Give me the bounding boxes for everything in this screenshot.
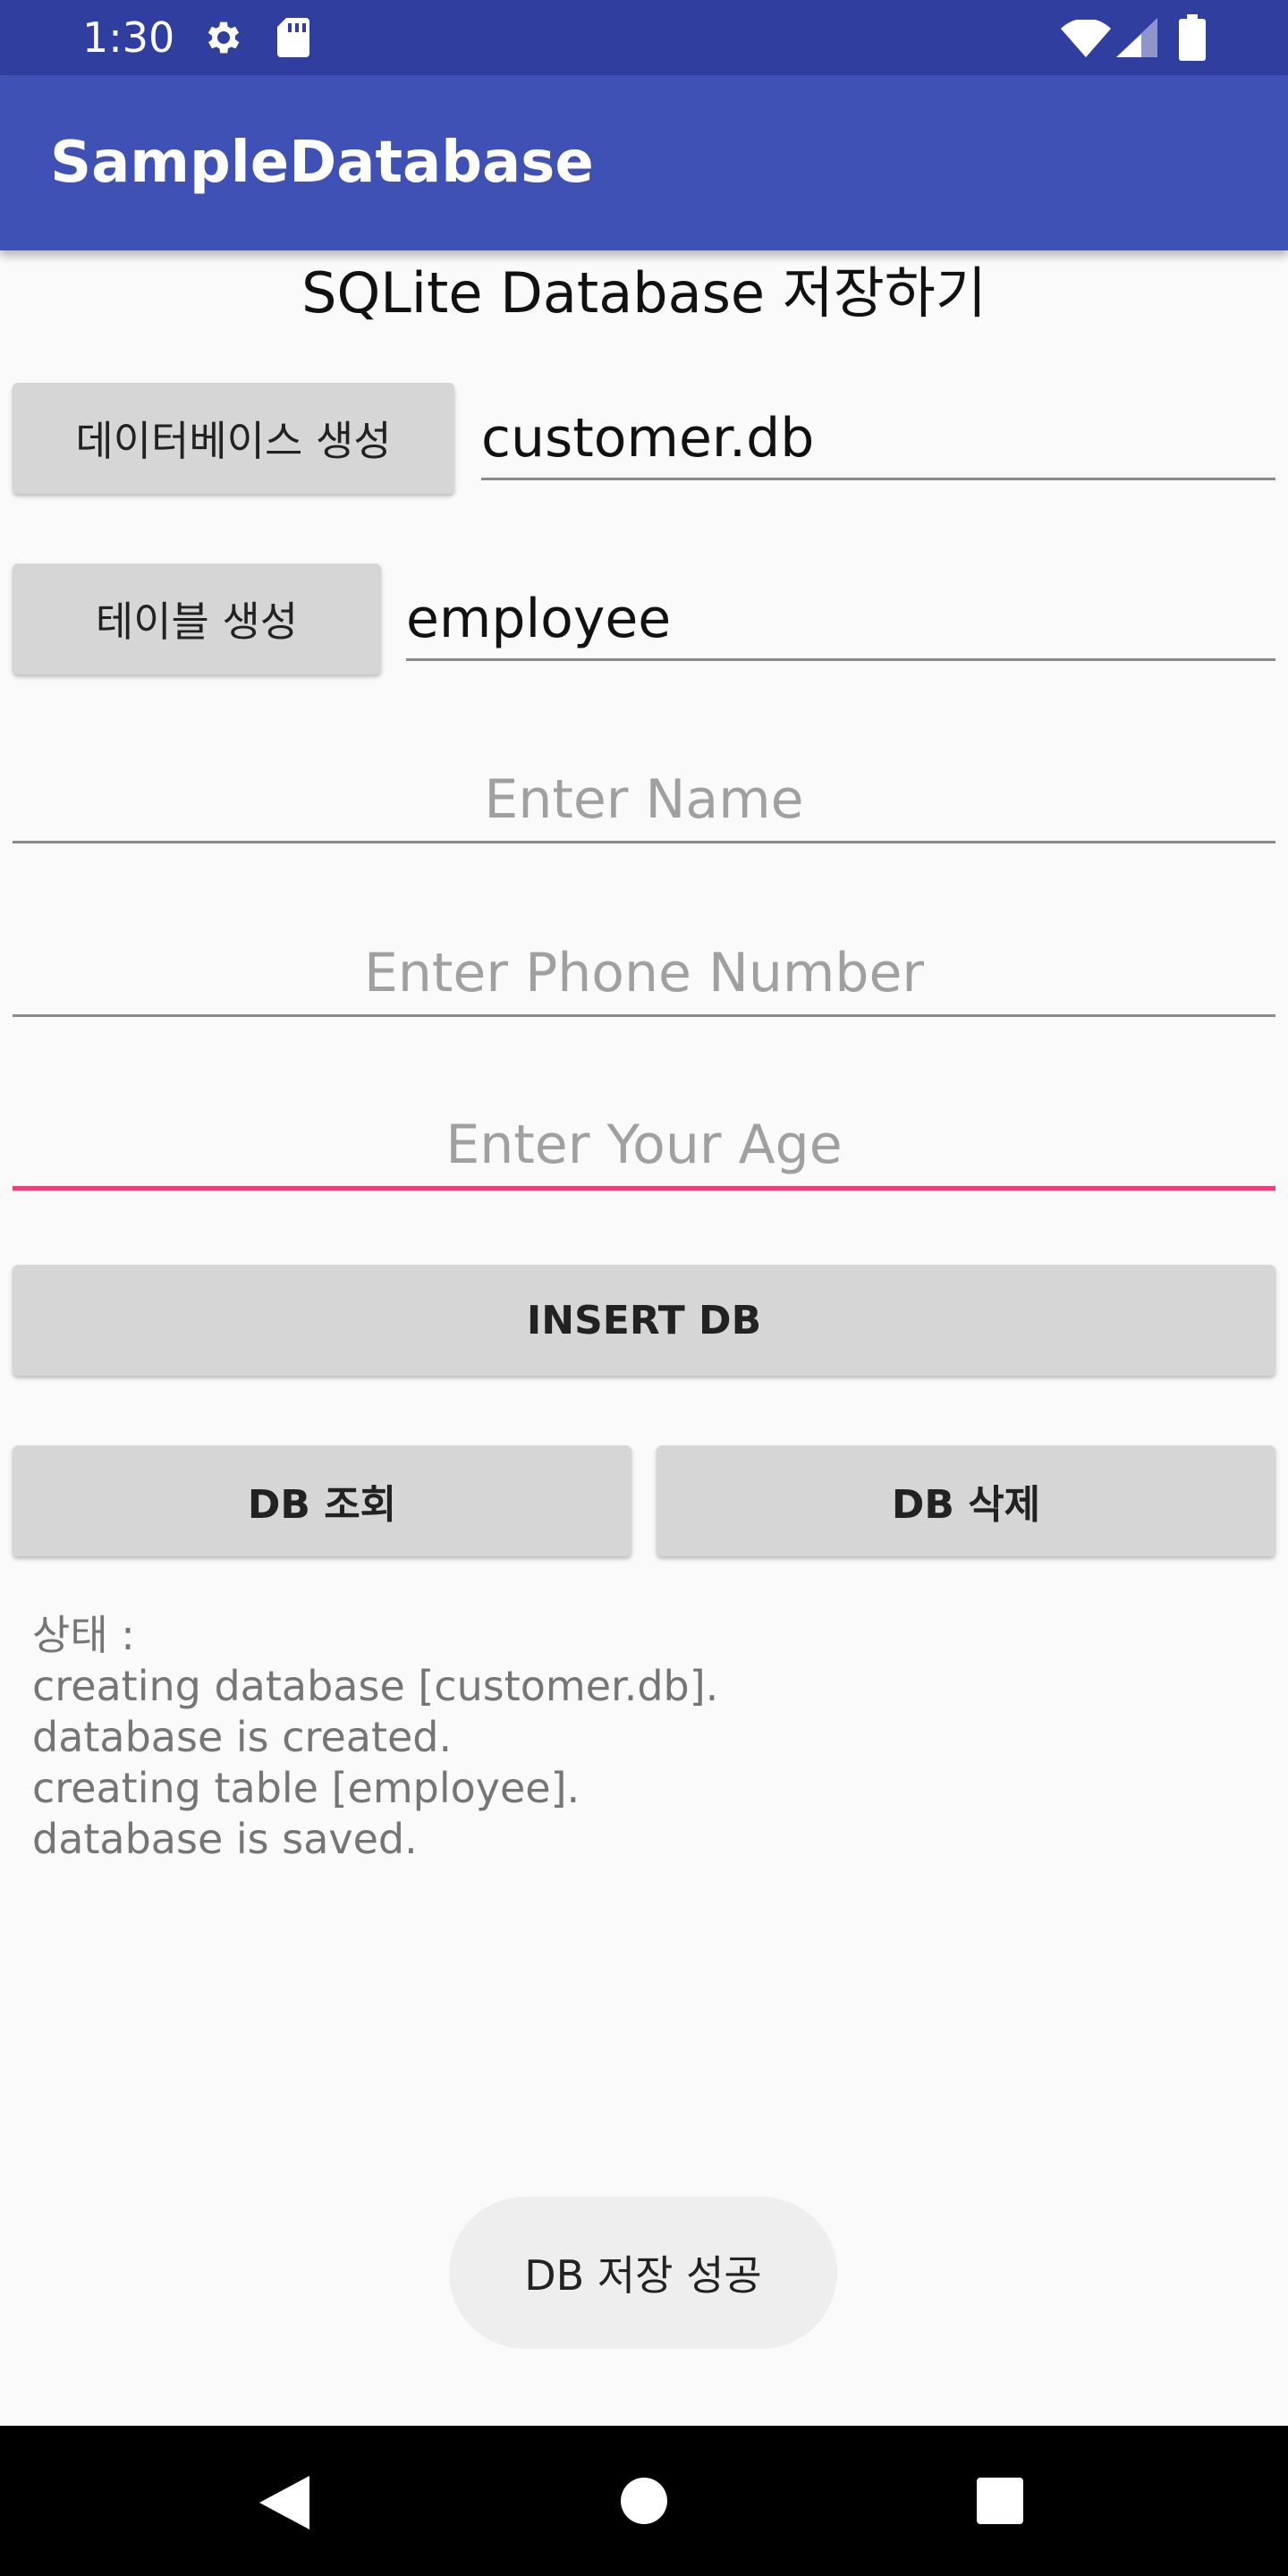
status-bar: 1:30 bbox=[0, 0, 1288, 75]
back-icon[interactable] bbox=[259, 2476, 309, 2529]
name-input[interactable]: Enter Name bbox=[13, 758, 1275, 843]
insert-db-button-label: INSERT DB bbox=[526, 1297, 762, 1343]
app-bar: SampleDatabase bbox=[0, 75, 1288, 250]
sd-card-icon bbox=[277, 18, 309, 57]
database-name-value: customer.db bbox=[481, 407, 815, 470]
status-log: 상태 : creating database [customer.db]. da… bbox=[32, 1610, 718, 1865]
status-label: 상태 : bbox=[32, 1611, 135, 1659]
insert-db-button[interactable]: INSERT DB bbox=[13, 1265, 1275, 1376]
settings-icon bbox=[208, 21, 240, 54]
create-table-button[interactable]: 테이블 생성 bbox=[13, 564, 381, 674]
battery-icon bbox=[1179, 14, 1206, 61]
recents-icon[interactable] bbox=[977, 2478, 1023, 2524]
app-title: SampleDatabase bbox=[50, 130, 594, 196]
table-name-value: employee bbox=[406, 588, 672, 650]
query-db-button-label: DB 조회 bbox=[247, 1482, 397, 1528]
toast-message: DB 저장 성공 bbox=[449, 2197, 837, 2349]
age-placeholder: Enter Your Age bbox=[445, 1114, 843, 1176]
name-placeholder: Enter Name bbox=[484, 768, 804, 831]
create-database-button-label: 데이터베이스 생성 bbox=[75, 417, 392, 465]
delete-db-button[interactable]: DB 삭제 bbox=[657, 1445, 1275, 1556]
table-name-input[interactable]: employee bbox=[406, 580, 1275, 661]
page-heading: SQLite Database 저장하기 bbox=[301, 260, 987, 326]
status-lines: creating database [customer.db]. databas… bbox=[32, 1662, 719, 1863]
home-icon[interactable] bbox=[621, 2478, 667, 2524]
status-time: 1:30 bbox=[82, 13, 175, 62]
phone-input[interactable]: Enter Phone Number bbox=[13, 932, 1275, 1017]
query-db-button[interactable]: DB 조회 bbox=[13, 1445, 631, 1556]
create-database-button[interactable]: 데이터베이스 생성 bbox=[13, 383, 454, 494]
database-name-input[interactable]: customer.db bbox=[481, 399, 1275, 480]
phone-placeholder: Enter Phone Number bbox=[363, 942, 925, 1004]
delete-db-button-label: DB 삭제 bbox=[891, 1482, 1041, 1528]
signal-icon bbox=[1116, 18, 1157, 57]
age-input[interactable]: Enter Your Age bbox=[13, 1104, 1275, 1191]
wifi-icon bbox=[1061, 20, 1111, 57]
navigation-bar bbox=[0, 2426, 1288, 2576]
toast-text: DB 저장 성공 bbox=[524, 2251, 762, 2300]
create-table-button-label: 테이블 생성 bbox=[95, 597, 299, 646]
